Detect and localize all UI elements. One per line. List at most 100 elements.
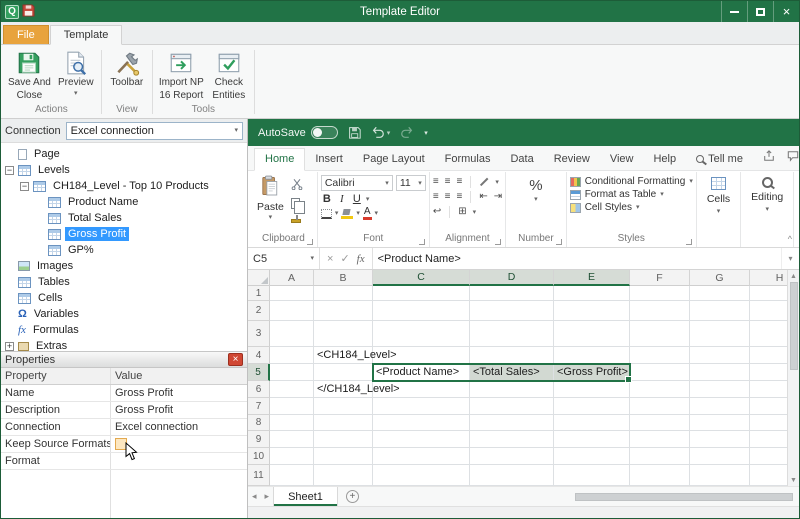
- column-header-H[interactable]: H: [750, 270, 787, 286]
- row-header-6[interactable]: 6: [248, 381, 270, 398]
- column-header-C[interactable]: C: [373, 270, 470, 286]
- align-middle-icon[interactable]: ≡: [445, 177, 451, 187]
- property-row-format[interactable]: Format: [1, 453, 247, 470]
- cell-A4[interactable]: [270, 347, 314, 364]
- dialog-launcher-icon[interactable]: [555, 239, 562, 245]
- undo-icon[interactable]: ▾: [371, 126, 390, 139]
- scroll-up-icon[interactable]: ▲: [790, 270, 797, 282]
- cell-A8[interactable]: [270, 415, 314, 431]
- excel-tab-home[interactable]: Home: [254, 148, 306, 171]
- align-left-icon[interactable]: ≡: [433, 192, 439, 202]
- tree-item-variables[interactable]: Ω Variables: [1, 306, 247, 322]
- cells-button[interactable]: Cells ▾: [700, 173, 737, 233]
- cell-E7[interactable]: [554, 398, 630, 415]
- comment-icon[interactable]: [787, 150, 799, 165]
- row-header-3[interactable]: 3: [248, 321, 270, 347]
- horizontal-scrollbar[interactable]: [367, 487, 799, 506]
- decrease-indent-icon[interactable]: ⇤: [479, 192, 487, 202]
- cell-H2[interactable]: [750, 301, 787, 321]
- import-np-16-report-button[interactable]: Import NP 16 Report: [156, 46, 207, 102]
- tree-item-tables[interactable]: Tables: [1, 274, 247, 290]
- tree-item-extras[interactable]: + Extras: [1, 338, 247, 351]
- dialog-launcher-icon[interactable]: [306, 239, 313, 245]
- close-button[interactable]: ×: [773, 1, 799, 22]
- cell-styles-button[interactable]: Cell Styles ▾: [569, 202, 693, 213]
- cell-F7[interactable]: [630, 398, 690, 415]
- row-header-2[interactable]: 2: [248, 301, 270, 321]
- tree-item-formulas[interactable]: fx Formulas: [1, 322, 247, 338]
- cell-G1[interactable]: [690, 286, 750, 301]
- cell-G8[interactable]: [690, 415, 750, 431]
- share-icon[interactable]: [763, 150, 775, 165]
- sheet-nav-left-icon[interactable]: ◂: [248, 491, 261, 502]
- cell-A2[interactable]: [270, 301, 314, 321]
- maximize-button[interactable]: [747, 1, 773, 22]
- cell-H6[interactable]: [750, 381, 787, 398]
- check-entities-button[interactable]: Check Entities: [207, 46, 251, 102]
- cell-A1[interactable]: [270, 286, 314, 301]
- cell-F2[interactable]: [630, 301, 690, 321]
- sheet-nav-right-icon[interactable]: ▸: [261, 491, 274, 502]
- cell-E6[interactable]: [554, 381, 630, 398]
- copy-icon[interactable]: [290, 198, 305, 214]
- row-header-10[interactable]: 10: [248, 448, 270, 465]
- autosave-toggle[interactable]: AutoSave: [258, 126, 338, 139]
- format-as-table-button[interactable]: Format as Table ▾: [569, 189, 693, 200]
- cell-G7[interactable]: [690, 398, 750, 415]
- tree-item-gross-profit[interactable]: Gross Profit: [1, 226, 247, 242]
- column-header-A[interactable]: A: [270, 270, 314, 286]
- save-and-close-button[interactable]: Save And Close: [5, 46, 54, 102]
- cell-F10[interactable]: [630, 448, 690, 465]
- cell-G11[interactable]: [690, 465, 750, 486]
- excel-tab-tell-me[interactable]: Tell me: [686, 149, 753, 170]
- cell-B3[interactable]: [314, 321, 373, 347]
- expand-icon[interactable]: +: [5, 341, 14, 351]
- tree-item-ch184-level-top-10-products[interactable]: − CH184_Level - Top 10 Products: [1, 178, 247, 194]
- cell-F4[interactable]: [630, 347, 690, 364]
- row-header-8[interactable]: 8: [248, 415, 270, 431]
- row-header-9[interactable]: 9: [248, 431, 270, 448]
- cell-H8[interactable]: [750, 415, 787, 431]
- formula-bar-input[interactable]: <Product Name>: [373, 248, 781, 269]
- cell-C11[interactable]: [373, 465, 470, 486]
- tree-item-total-sales[interactable]: Total Sales: [1, 210, 247, 226]
- cell-C10[interactable]: [373, 448, 470, 465]
- cell-G5[interactable]: [690, 364, 750, 381]
- row-header-1[interactable]: 1: [248, 286, 270, 301]
- cell-A10[interactable]: [270, 448, 314, 465]
- cell-B4[interactable]: <CH184_Level>: [314, 347, 397, 364]
- cell-D4[interactable]: [470, 347, 554, 364]
- conditional-formatting-button[interactable]: Conditional Formatting ▾: [569, 176, 693, 187]
- save-icon[interactable]: [348, 126, 361, 139]
- formula-bar-expand-icon[interactable]: ▾: [781, 248, 799, 269]
- cell-H4[interactable]: [750, 347, 787, 364]
- align-center-icon[interactable]: ≡: [445, 192, 451, 202]
- cell-D3[interactable]: [470, 321, 554, 347]
- cell-A11[interactable]: [270, 465, 314, 486]
- cancel-icon[interactable]: ×: [327, 253, 333, 265]
- tree-item-images[interactable]: Images: [1, 258, 247, 274]
- tree-item-gp[interactable]: GP%: [1, 242, 247, 258]
- merge-center-icon[interactable]: ⊞: [458, 207, 466, 217]
- font-size-select[interactable]: 11 ▾: [395, 175, 426, 191]
- increase-indent-icon[interactable]: ⇥: [494, 192, 502, 202]
- collapse-icon[interactable]: −: [20, 181, 29, 191]
- cell-A3[interactable]: [270, 321, 314, 347]
- tree-item-cells[interactable]: Cells: [1, 290, 247, 306]
- cell-E9[interactable]: [554, 431, 630, 448]
- cell-D11[interactable]: [470, 465, 554, 486]
- vertical-scroll-thumb[interactable]: [789, 282, 798, 370]
- cell-B10[interactable]: [314, 448, 373, 465]
- excel-tab-help[interactable]: Help: [643, 149, 686, 170]
- cell-C8[interactable]: [373, 415, 470, 431]
- bold-button[interactable]: B: [321, 193, 333, 205]
- cell-E5[interactable]: <Gross Profit>: [554, 364, 630, 381]
- cell-B1[interactable]: [314, 286, 373, 301]
- cell-F5[interactable]: [630, 364, 690, 381]
- minimize-button[interactable]: [721, 1, 747, 22]
- redo-icon[interactable]: [400, 126, 414, 139]
- column-header-D[interactable]: D: [470, 270, 554, 286]
- font-name-select[interactable]: Calibri ▾: [320, 175, 393, 191]
- percent-style-button[interactable]: %: [529, 177, 542, 194]
- editing-button[interactable]: Editing ▾: [744, 173, 790, 233]
